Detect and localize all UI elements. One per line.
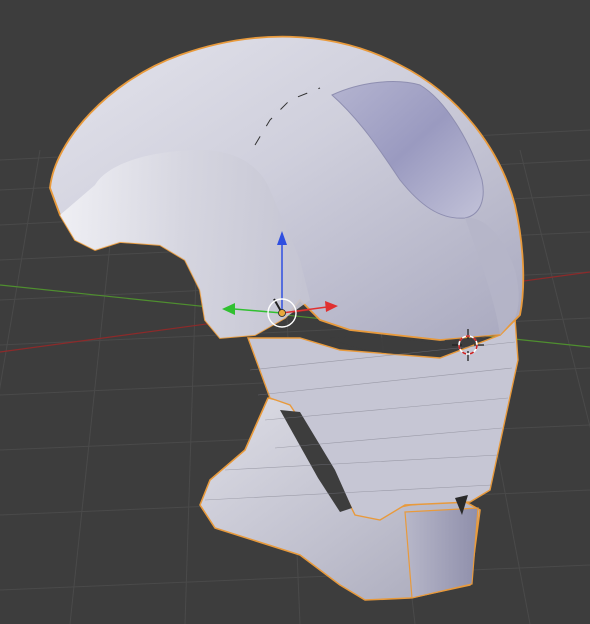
- viewport-canvas[interactable]: [0, 0, 590, 624]
- helmet-chin-plate[interactable]: [404, 507, 479, 599]
- object-origin-icon[interactable]: [278, 309, 286, 317]
- 3d-viewport[interactable]: [0, 0, 590, 624]
